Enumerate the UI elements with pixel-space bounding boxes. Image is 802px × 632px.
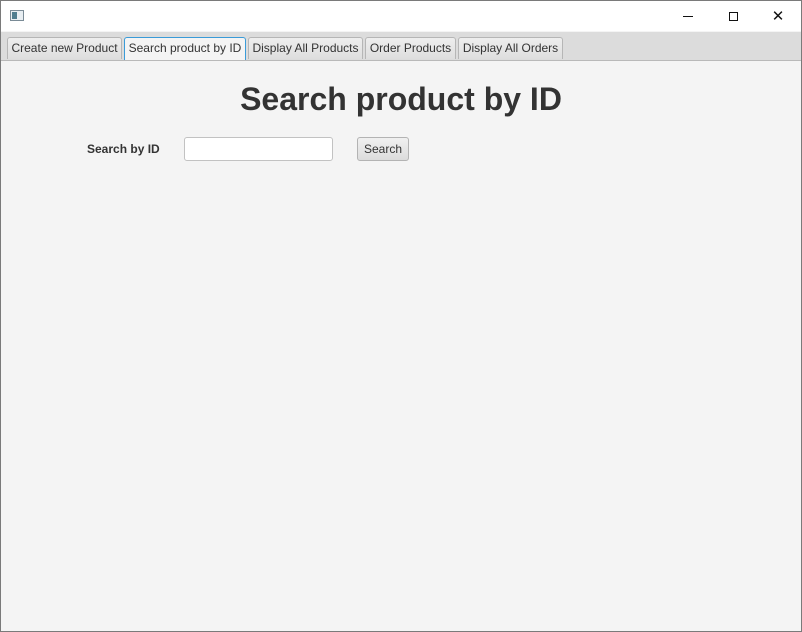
search-id-input[interactable]	[184, 137, 333, 161]
title-bar[interactable]: ✕	[1, 1, 801, 31]
tab-search-product-by-id[interactable]: Search product by ID	[124, 37, 246, 60]
tab-create-new-product[interactable]: Create new Product	[7, 37, 122, 59]
search-by-id-label: Search by ID	[87, 142, 160, 156]
maximize-icon	[728, 11, 738, 21]
tab-display-all-orders[interactable]: Display All Orders	[458, 37, 563, 59]
tab-display-all-products[interactable]: Display All Products	[248, 37, 363, 59]
app-icon	[10, 10, 24, 21]
page-title: Search product by ID	[240, 81, 562, 117]
minimize-button[interactable]	[665, 1, 711, 31]
close-icon: ✕	[771, 7, 785, 25]
search-button[interactable]: Search	[357, 137, 409, 161]
app-window: ✕ Create new Product Search product by I…	[0, 0, 802, 632]
tab-order-products[interactable]: Order Products	[365, 37, 456, 59]
maximize-button[interactable]	[710, 1, 756, 31]
minimize-icon	[683, 15, 693, 17]
tab-content-panel: Search product by ID Search by ID Search	[1, 61, 801, 631]
close-button[interactable]: ✕	[755, 1, 801, 31]
tab-bar: Create new Product Search product by ID …	[1, 32, 801, 61]
